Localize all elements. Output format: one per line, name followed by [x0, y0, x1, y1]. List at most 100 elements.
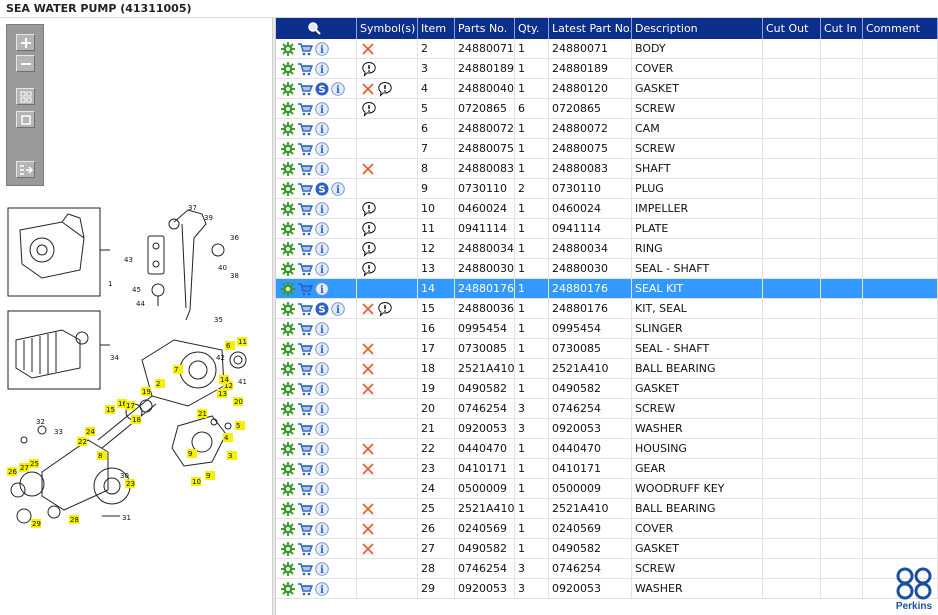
cart-icon[interactable]	[297, 582, 313, 596]
cart-icon[interactable]	[297, 242, 313, 256]
callout-label[interactable]: 7	[174, 366, 178, 374]
info-icon[interactable]: i	[315, 261, 329, 276]
column-header-description[interactable]: Description	[632, 18, 763, 39]
info-icon[interactable]: i	[315, 121, 329, 136]
gear-icon[interactable]	[281, 441, 295, 456]
table-row[interactable]: i 26 0240569 1 0240569 COVER	[276, 519, 938, 539]
cart-icon[interactable]	[297, 142, 313, 156]
callout-label[interactable]: 33	[54, 428, 63, 436]
gear-icon[interactable]	[281, 201, 295, 216]
table-row[interactable]: i 17 0730085 1 0730085 SEAL - SHAFT	[276, 339, 938, 359]
table-row[interactable]: Si 9 0730110 2 0730110 PLUG	[276, 179, 938, 199]
gear-icon[interactable]	[281, 161, 295, 176]
cart-icon[interactable]	[297, 182, 313, 196]
callout-label[interactable]: 24	[86, 428, 95, 436]
info-icon[interactable]: i	[315, 421, 329, 436]
callout-label[interactable]: 40	[218, 264, 227, 272]
cart-icon[interactable]	[297, 402, 313, 416]
info-icon[interactable]: i	[331, 81, 345, 96]
cart-icon[interactable]	[297, 82, 313, 96]
gear-icon[interactable]	[281, 121, 295, 136]
cart-icon[interactable]	[297, 562, 313, 576]
callout-label[interactable]: 39	[204, 214, 213, 222]
gear-icon[interactable]	[281, 61, 295, 76]
callout-label[interactable]: 45	[132, 286, 141, 294]
gear-icon[interactable]	[281, 221, 295, 236]
table-row[interactable]: i 3 24880189 1 24880189 COVER	[276, 59, 938, 79]
table-row[interactable]: i 18 2521A410 1 2521A410 BALL BEARING	[276, 359, 938, 379]
table-row[interactable]: i 13 24880030 1 24880030 SEAL - SHAFT	[276, 259, 938, 279]
callout-label[interactable]: 22	[78, 438, 87, 446]
cart-icon[interactable]	[297, 302, 313, 316]
info-icon[interactable]: i	[315, 161, 329, 176]
gear-icon[interactable]	[281, 101, 295, 116]
table-row-selected[interactable]: i 14 24880176 1 24880176 SEAL KIT	[276, 279, 938, 299]
callout-label[interactable]: 32	[36, 418, 45, 426]
table-row[interactable]: i 25 2521A410 1 2521A410 BALL BEARING	[276, 499, 938, 519]
gear-icon[interactable]	[281, 41, 295, 56]
column-header-cut-in[interactable]: Cut In	[821, 18, 863, 39]
callout-label[interactable]: 10	[192, 478, 201, 486]
cart-icon[interactable]	[297, 502, 313, 516]
gear-icon[interactable]	[281, 461, 295, 476]
callout-label[interactable]: 15	[106, 406, 115, 414]
fit-page-button[interactable]	[16, 88, 35, 105]
cart-icon[interactable]	[297, 162, 313, 176]
gear-icon[interactable]	[281, 581, 295, 596]
callout-label[interactable]: 28	[70, 516, 79, 524]
table-row[interactable]: i 12 24880034 1 24880034 RING	[276, 239, 938, 259]
info-icon[interactable]: i	[315, 441, 329, 456]
gear-icon[interactable]	[281, 241, 295, 256]
cart-icon[interactable]	[297, 282, 313, 296]
callout-label[interactable]: 3	[228, 452, 232, 460]
callout-label[interactable]: 42	[216, 354, 225, 362]
gear-icon[interactable]	[281, 281, 295, 296]
gear-icon[interactable]	[281, 181, 295, 196]
table-row[interactable]: i 23 0410171 1 0410171 GEAR	[276, 459, 938, 479]
cart-icon[interactable]	[297, 442, 313, 456]
table-row[interactable]: i 6 24880072 1 24880072 CAM	[276, 119, 938, 139]
column-header-symbol-s[interactable]: Symbol(s)	[357, 18, 418, 39]
column-header-actions[interactable]	[276, 18, 357, 39]
zoom-in-button[interactable]	[16, 34, 35, 51]
info-icon[interactable]: i	[315, 341, 329, 356]
callout-label[interactable]: 43	[124, 256, 133, 264]
table-row[interactable]: i 10 0460024 1 0460024 IMPELLER	[276, 199, 938, 219]
callout-label[interactable]: 25	[30, 460, 39, 468]
info-icon[interactable]: i	[315, 221, 329, 236]
table-row[interactable]: i 11 0941114 1 0941114 PLATE	[276, 219, 938, 239]
info-icon[interactable]: i	[315, 541, 329, 556]
info-icon[interactable]: i	[331, 181, 345, 196]
callout-label[interactable]: 30	[120, 472, 129, 480]
table-row[interactable]: i 29 0920053 3 0920053 WASHER	[276, 579, 938, 599]
gear-icon[interactable]	[281, 361, 295, 376]
gear-icon[interactable]	[281, 261, 295, 276]
info-icon[interactable]: i	[315, 201, 329, 216]
info-icon[interactable]: i	[315, 321, 329, 336]
table-row[interactable]: Si 4 24880040 1 24880120 GASKET	[276, 79, 938, 99]
callout-label[interactable]: 8	[98, 452, 102, 460]
info-icon[interactable]: i	[315, 281, 329, 296]
cart-icon[interactable]	[297, 102, 313, 116]
gear-icon[interactable]	[281, 421, 295, 436]
callout-label[interactable]: 2	[156, 380, 160, 388]
info-icon[interactable]: i	[315, 41, 329, 56]
panel-toggle-button[interactable]	[16, 161, 35, 178]
cart-icon[interactable]	[297, 322, 313, 336]
info-icon[interactable]: i	[315, 581, 329, 596]
cart-icon[interactable]	[297, 222, 313, 236]
table-row[interactable]: Si 15 24880036 1 24880176 KIT, SEAL	[276, 299, 938, 319]
gear-icon[interactable]	[281, 401, 295, 416]
column-header-latest-part-no[interactable]: Latest Part No.	[549, 18, 632, 39]
cart-icon[interactable]	[297, 382, 313, 396]
table-row[interactable]: i 5 0720865 6 0720865 SCREW	[276, 99, 938, 119]
table-row[interactable]: i 2 24880071 1 24880071 BODY	[276, 39, 938, 59]
actual-size-button[interactable]	[16, 111, 35, 128]
supersession-icon[interactable]: S	[315, 82, 329, 96]
callout-label[interactable]: 44	[136, 300, 145, 308]
column-header-qty[interactable]: Qty.	[515, 18, 549, 39]
info-icon[interactable]: i	[315, 361, 329, 376]
gear-icon[interactable]	[281, 321, 295, 336]
info-icon[interactable]: i	[331, 301, 345, 316]
callout-label[interactable]: 6	[226, 342, 231, 350]
